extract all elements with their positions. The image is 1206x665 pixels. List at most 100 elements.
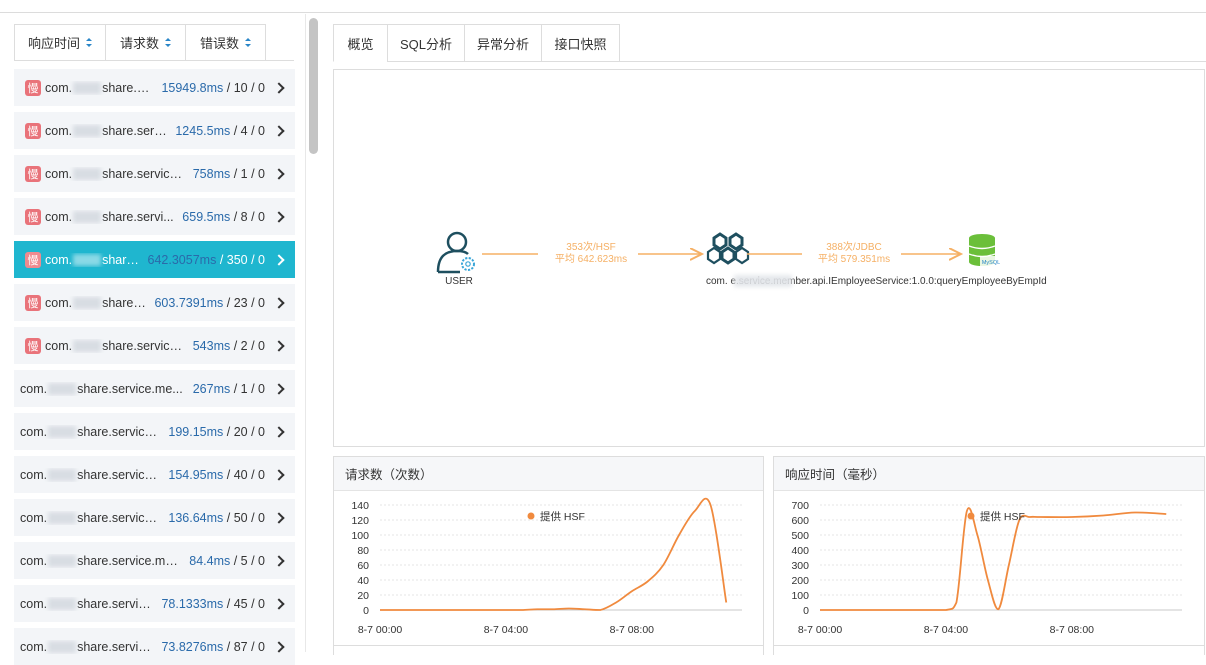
- chevron-right-icon: [273, 254, 284, 265]
- interface-stats: 758ms / 1 / 0: [193, 167, 265, 181]
- chevron-right-icon: [273, 211, 284, 222]
- list-item[interactable]: 慢com.share.service...758ms / 1 / 0: [14, 155, 295, 192]
- list-item[interactable]: com.share.service....136.64ms / 50 / 0: [14, 499, 295, 536]
- count-errors: / 8 / 0: [230, 210, 265, 224]
- interface-name: com.share.servi...: [45, 210, 174, 224]
- list-item[interactable]: 慢 com.share.s... 15949.8ms / 10 / 0: [14, 69, 295, 106]
- interface-stats: 154.95ms / 40 / 0: [168, 468, 265, 482]
- y-tick-label: 80: [357, 545, 369, 557]
- list-item[interactable]: com.share.service....199.15ms / 20 / 0: [14, 413, 295, 450]
- sort-tab-request-count[interactable]: 请求数: [106, 24, 186, 61]
- sort-tab-error-count[interactable]: 错误数: [186, 24, 266, 61]
- count-errors: / 50 / 0: [223, 511, 265, 525]
- y-tick-label: 500: [791, 530, 809, 542]
- sort-tab-label: 请求数: [120, 33, 159, 52]
- panel-divider: [305, 14, 306, 652]
- interface-name-prefix: com.: [20, 597, 47, 611]
- count-errors: / 350 / 0: [216, 253, 265, 267]
- tab-sql-analysis[interactable]: SQL分析: [388, 24, 465, 62]
- list-item[interactable]: 慢com.share...642.3057ms / 350 / 0: [14, 241, 295, 278]
- interface-name-suffix: share.servic...: [77, 597, 153, 611]
- chevron-right-icon: [273, 340, 284, 351]
- edge2-avg-label: 平均 579.351ms: [818, 253, 890, 265]
- redacted-segment: [73, 82, 101, 94]
- interface-name-prefix: com.: [45, 296, 72, 310]
- list-item[interactable]: 慢com.share.serv...1245.5ms / 4 / 0: [14, 112, 295, 149]
- chevron-right-icon: [273, 598, 284, 609]
- interface-name-prefix: com.: [45, 167, 72, 181]
- redacted-segment: [48, 641, 76, 653]
- x-tick-label: 8-7 00:00: [798, 624, 843, 636]
- y-tick-label: 700: [791, 500, 809, 512]
- tab-exception-analysis[interactable]: 异常分析: [465, 24, 542, 62]
- list-scrollbar[interactable]: [309, 18, 318, 154]
- list-item[interactable]: com.share.service.... 154.95ms / 40 / 0: [14, 456, 295, 493]
- interface-name-suffix: share.service.me...: [77, 554, 181, 568]
- chevron-right-icon: [273, 555, 284, 566]
- slow-badge: 慢: [25, 338, 41, 354]
- interface-name: com.share.service....: [20, 468, 160, 482]
- list-item[interactable]: com.share.service.me...267ms / 1 / 0: [14, 370, 295, 407]
- redacted-segment: [48, 469, 76, 481]
- interface-stats: 1245.5ms / 4 / 0: [175, 124, 265, 138]
- next-card-left: [333, 645, 764, 655]
- tabs-divider: [387, 61, 1206, 62]
- x-tick-label: 8-7 00:00: [358, 624, 403, 636]
- legend-marker: [528, 513, 535, 520]
- interface-name-prefix: com.: [45, 210, 72, 224]
- interface-name-prefix: com.: [20, 554, 47, 568]
- list-item[interactable]: com.share.servic...78.1333ms / 45 / 0: [14, 585, 295, 622]
- y-tick-label: 400: [791, 545, 809, 557]
- chevron-right-icon: [273, 426, 284, 437]
- list-item[interactable]: com.share.servic...73.8276ms / 87 / 0: [14, 628, 295, 665]
- detail-tabs: 概览 SQL分析 异常分析 接口快照: [333, 24, 620, 62]
- list-item[interactable]: 慢com.share.servi...659.5ms / 8 / 0: [14, 198, 295, 235]
- interface-name-prefix: com.: [45, 81, 72, 95]
- chevron-right-icon: [273, 125, 284, 136]
- count-errors: / 87 / 0: [223, 640, 265, 654]
- chevron-right-icon: [273, 383, 284, 394]
- user-node[interactable]: USER: [438, 233, 474, 287]
- count-errors: / 40 / 0: [223, 468, 265, 482]
- avg-response-time: 78.1333ms: [161, 597, 223, 611]
- y-tick-label: 200: [791, 575, 809, 587]
- chevron-right-icon: [273, 469, 284, 480]
- legend-label: 提供 HSF: [980, 510, 1025, 523]
- x-tick-label: 8-7 04:00: [484, 624, 529, 636]
- db-node[interactable]: MySQL: [969, 234, 1002, 266]
- interface-stats: 136.64ms / 50 / 0: [168, 511, 265, 525]
- response-chart-card: 响应时间（毫秒） 01002003004005006007008-7 00:00…: [773, 456, 1205, 646]
- count-errors: / 1 / 0: [230, 382, 265, 396]
- list-item[interactable]: com. share.service.me... 84.4ms / 5 / 0: [14, 542, 295, 579]
- redacted-segment: [73, 297, 101, 309]
- y-tick-label: 100: [791, 590, 809, 602]
- tab-overview[interactable]: 概览: [333, 24, 388, 62]
- count-errors: / 23 / 0: [223, 296, 265, 310]
- interface-name: com. share.servic...: [20, 597, 153, 611]
- list-item[interactable]: 慢com.share....603.7391ms / 23 / 0: [14, 284, 295, 321]
- count-errors: / 10 / 0: [223, 81, 265, 95]
- database-icon: MySQL: [969, 234, 1002, 266]
- slow-badge: 慢: [25, 80, 41, 96]
- legend-marker: [968, 513, 975, 520]
- interface-stats: 267ms / 1 / 0: [193, 382, 265, 396]
- y-tick-label: 100: [351, 530, 369, 542]
- sort-tab-label: 错误数: [200, 33, 239, 52]
- list-item[interactable]: 慢com.share.service...543ms / 2 / 0: [14, 327, 295, 364]
- avg-response-time: 1245.5ms: [175, 124, 230, 138]
- interface-stats: 84.4ms / 5 / 0: [189, 554, 265, 568]
- count-errors: / 4 / 0: [230, 124, 265, 138]
- interface-name-prefix: com.: [20, 382, 47, 396]
- sort-tab-response-time[interactable]: 响应时间: [14, 24, 106, 61]
- y-tick-label: 60: [357, 560, 369, 572]
- interface-name: com.share.service...: [45, 167, 185, 181]
- interface-name: com.share.s...: [45, 81, 153, 95]
- redacted-segment: [48, 555, 76, 567]
- avg-response-time: 15949.8ms: [161, 81, 223, 95]
- chevron-right-icon: [273, 512, 284, 523]
- tab-interface-snapshot[interactable]: 接口快照: [542, 24, 620, 62]
- redacted-segment: [73, 254, 101, 266]
- avg-response-time: 136.64ms: [168, 511, 223, 525]
- interface-name: com. share.service.me...: [20, 554, 181, 568]
- interface-name: com.share.servic...: [20, 640, 153, 654]
